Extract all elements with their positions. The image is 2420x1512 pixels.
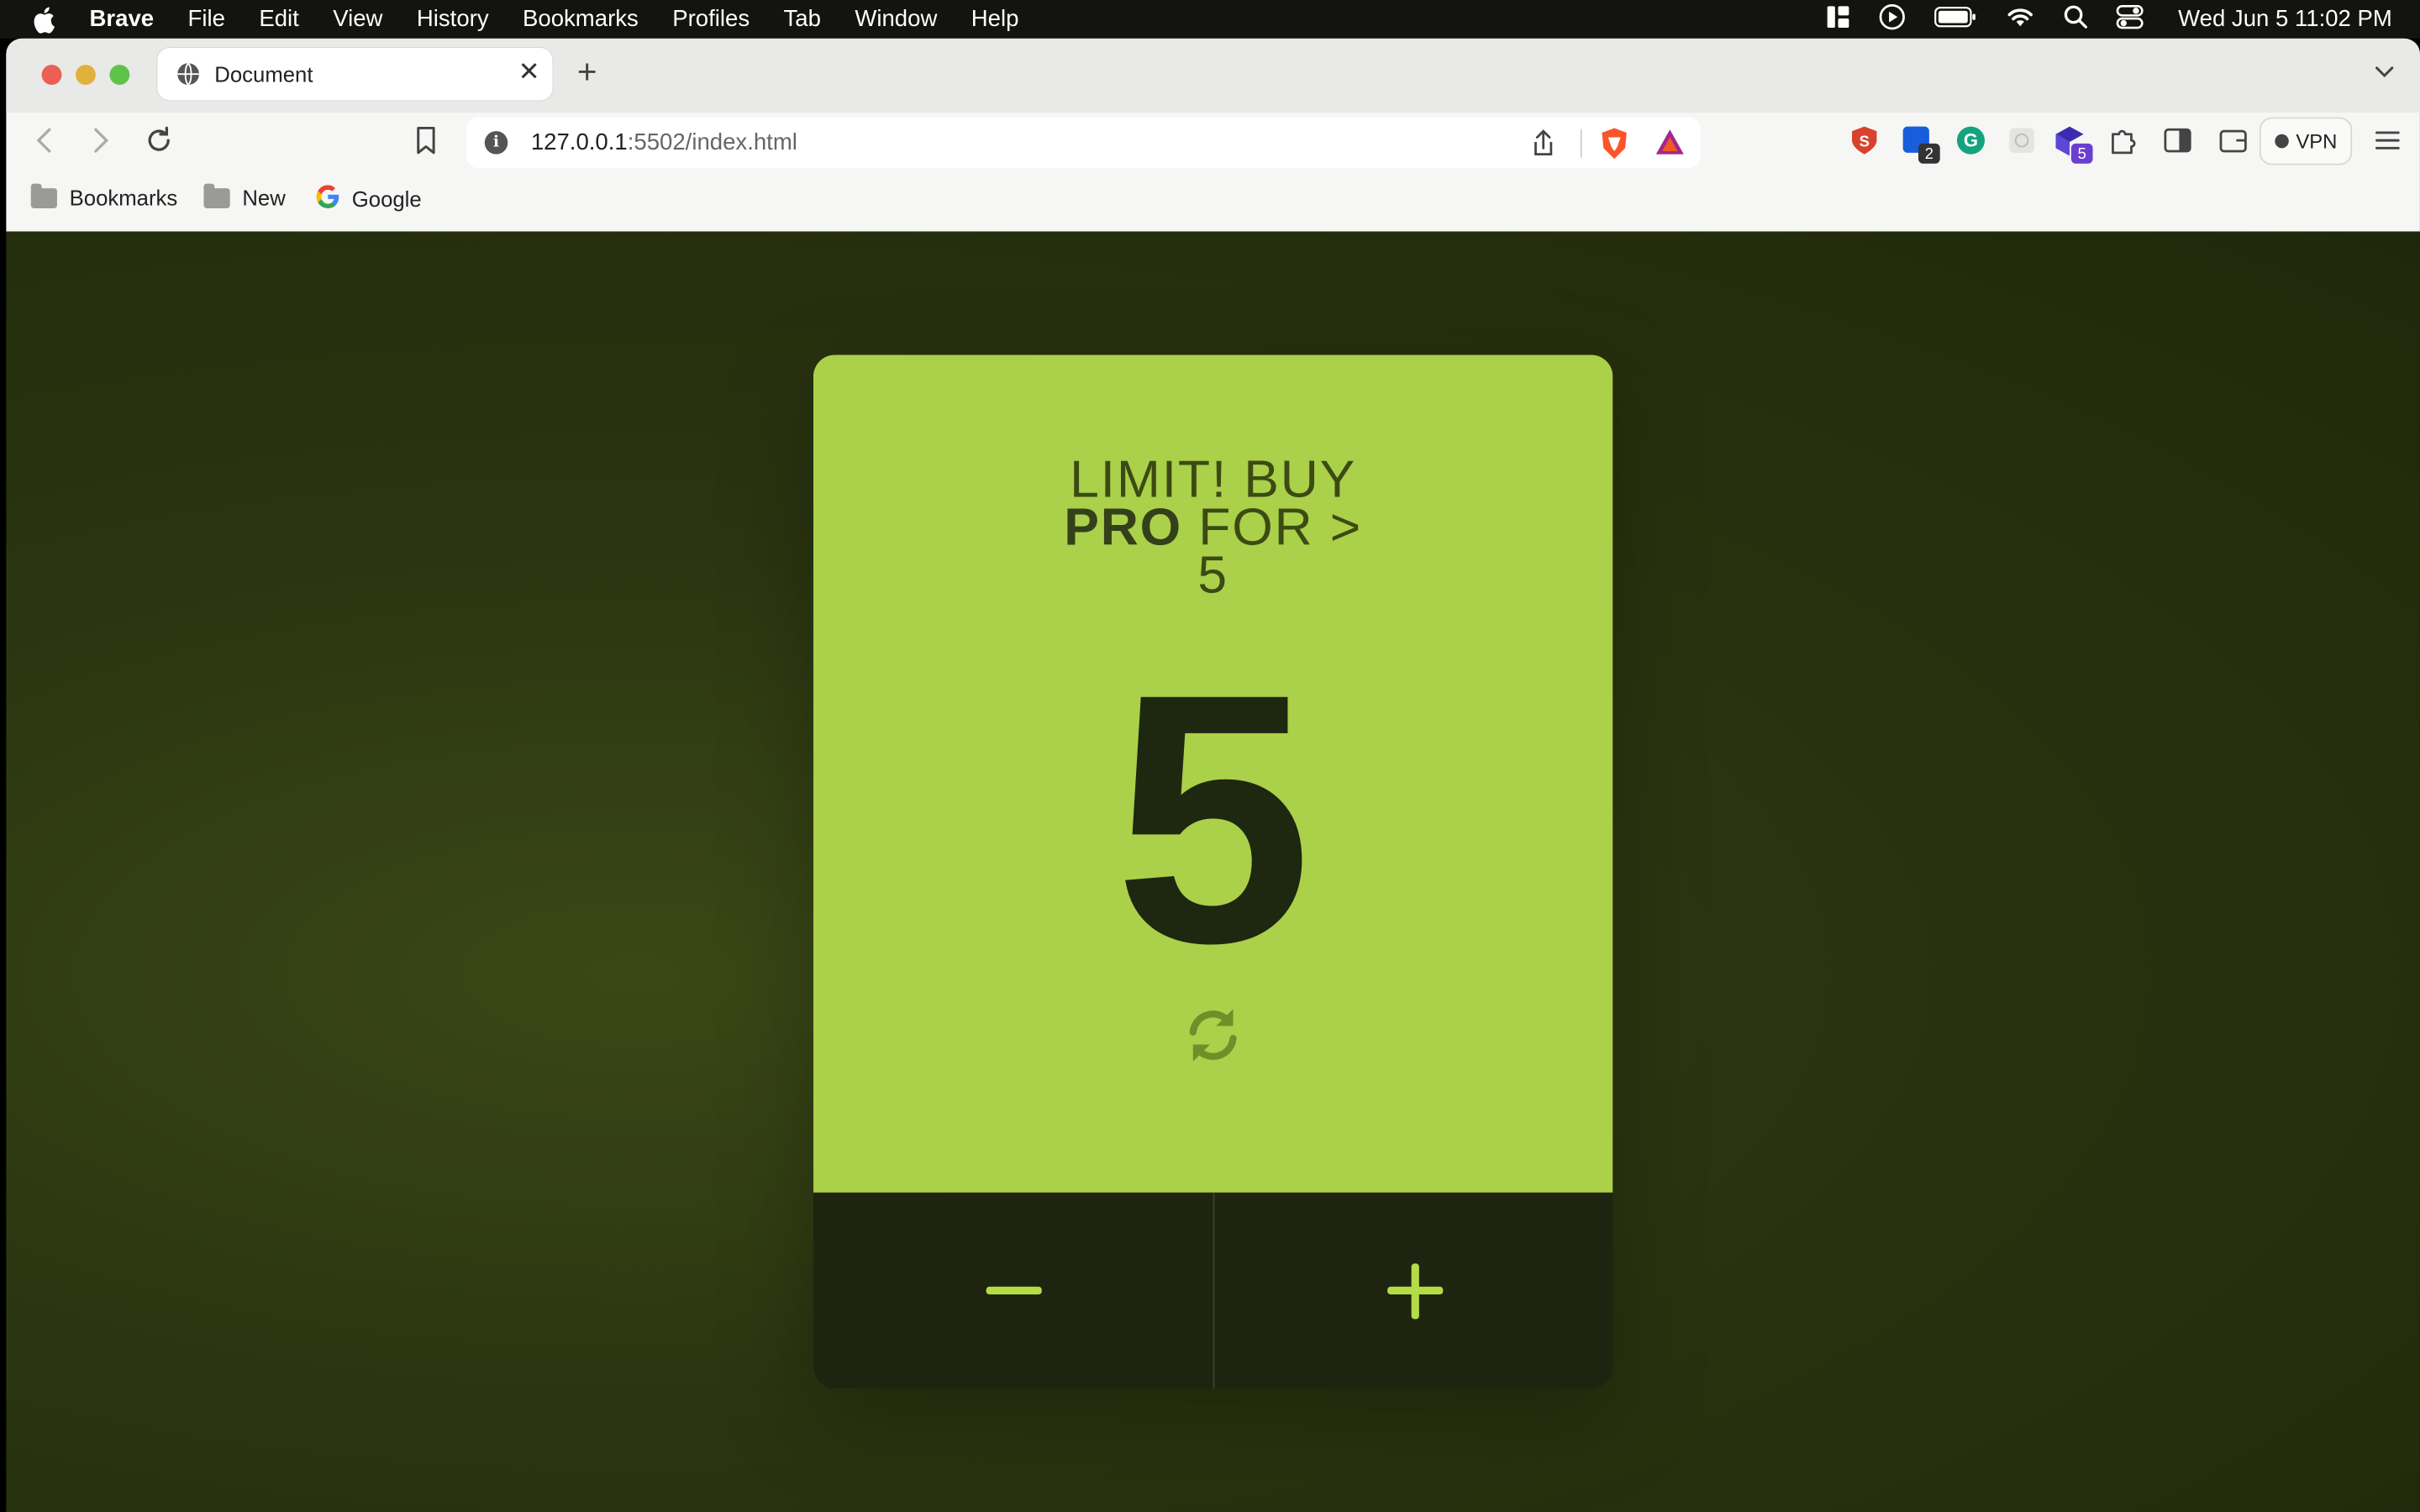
forward-icon[interactable] <box>90 125 112 164</box>
menu-help[interactable]: Help <box>971 6 1019 32</box>
window-zoom-button[interactable] <box>109 65 130 86</box>
counter-card: LIMIT! BUY PRO FOR > 5 5 <box>813 354 1613 1389</box>
counter-display-panel: LIMIT! BUY PRO FOR > 5 5 <box>813 354 1613 1193</box>
bookmark-page-icon[interactable] <box>413 125 438 164</box>
menu-edit[interactable]: Edit <box>259 6 298 32</box>
menu-app-name[interactable]: Brave <box>90 6 155 32</box>
wallet-icon[interactable] <box>2217 125 2249 164</box>
minus-icon <box>985 1285 1041 1294</box>
site-info-icon[interactable]: i <box>484 131 508 155</box>
limit-pro-text: PRO <box>1064 498 1183 558</box>
tab-document[interactable]: Document ✕ <box>157 47 553 101</box>
stage-manager-icon[interactable] <box>1826 4 1850 35</box>
apple-icon[interactable] <box>31 5 62 33</box>
folder-icon <box>203 182 230 208</box>
menu-bookmarks[interactable]: Bookmarks <box>523 6 639 32</box>
menu-window[interactable]: Window <box>855 6 937 32</box>
sidebar-toggle-icon[interactable] <box>2162 125 2193 164</box>
url-divider <box>1580 129 1582 158</box>
folder-icon <box>30 182 57 208</box>
reset-button[interactable] <box>1182 1005 1244 1066</box>
google-icon <box>316 185 340 213</box>
window-close-button[interactable] <box>41 65 62 86</box>
limit-line-3: 5 <box>1197 546 1228 605</box>
tab-title: Document <box>214 61 313 87</box>
share-icon[interactable] <box>1531 128 1555 166</box>
browser-chrome: Document ✕ + i 127.0.0.1:5502/index.html… <box>6 38 2420 232</box>
vpn-status-dot <box>2274 134 2289 149</box>
extension-bitwarden-icon[interactable]: 2 <box>1902 125 1942 173</box>
tab-strip: Document ✕ + <box>6 38 2420 113</box>
bookmark-label: Bookmarks <box>69 185 178 210</box>
ext-badge-2: 2 <box>1925 144 1933 162</box>
reload-icon[interactable] <box>144 125 175 164</box>
url-host: 127.0.0.1 <box>530 129 628 156</box>
counter-value: 5 <box>1114 620 1313 1017</box>
plus-icon <box>1386 1263 1443 1319</box>
menubar-clock[interactable]: Wed Jun 5 11:02 PM <box>2178 6 2392 32</box>
svg-text:S: S <box>1860 132 1870 150</box>
increment-button[interactable] <box>1213 1192 1613 1389</box>
decrement-button[interactable] <box>813 1193 1213 1389</box>
back-icon[interactable] <box>34 125 55 164</box>
extension-red-shield-icon[interactable]: S <box>1849 125 1880 164</box>
counter-controls <box>813 1192 1613 1389</box>
tab-close-icon[interactable]: ✕ <box>518 57 540 88</box>
bookmark-google[interactable]: Google <box>316 185 422 213</box>
spotlight-search-icon[interactable] <box>2064 4 2088 35</box>
battery-icon[interactable] <box>1934 5 1977 33</box>
vpn-button[interactable]: VPN <box>2259 117 2353 165</box>
brave-shields-icon[interactable] <box>1599 127 1630 169</box>
globe-icon <box>176 61 200 94</box>
wifi-icon[interactable] <box>2005 4 2036 35</box>
url-path: :5502/index.html <box>627 129 797 156</box>
vpn-label: VPN <box>2296 129 2338 153</box>
media-play-icon[interactable] <box>1879 3 1907 36</box>
refresh-icon <box>1189 1009 1237 1062</box>
menu-history[interactable]: History <box>417 6 489 32</box>
bookmark-folder-new[interactable]: New <box>203 182 286 210</box>
menu-view[interactable]: View <box>333 6 382 32</box>
new-tab-icon[interactable]: + <box>577 52 597 92</box>
menubar: Brave File Edit View History Bookmarks P… <box>0 0 2420 39</box>
limit-message: LIMIT! BUY PRO FOR > 5 <box>813 454 1612 601</box>
control-center-icon[interactable] <box>2117 4 2144 35</box>
bookmarks-bar: Bookmarks New Google <box>6 175 2420 232</box>
page-viewport: LIMIT! BUY PRO FOR > 5 5 <box>6 231 2420 1512</box>
bookmark-label: New <box>242 185 286 210</box>
extension-purple-cube-icon[interactable]: 5 <box>2054 125 2095 173</box>
svg-text:G: G <box>1964 129 1978 150</box>
main-menu-icon[interactable] <box>2374 125 2402 164</box>
menu-tab[interactable]: Tab <box>784 6 821 32</box>
browser-toolbar: i 127.0.0.1:5502/index.html S 2 G 5 VPN <box>6 113 2420 174</box>
bookmark-folder-bookmarks[interactable]: Bookmarks <box>30 182 178 210</box>
extensions-puzzle-icon[interactable] <box>2108 125 2139 164</box>
menu-file[interactable]: File <box>188 6 225 32</box>
extension-puzzle-light-icon[interactable] <box>2007 125 2038 164</box>
ext-badge-5: 5 <box>2078 144 2086 162</box>
menu-profiles[interactable]: Profiles <box>672 6 750 32</box>
bookmark-label: Google <box>351 186 422 212</box>
url-text[interactable]: 127.0.0.1:5502/index.html <box>531 129 797 155</box>
extension-grammarly-icon[interactable]: G <box>1955 125 1986 164</box>
brave-rewards-icon[interactable] <box>1655 128 1686 163</box>
window-minimize-button[interactable] <box>75 65 96 86</box>
tab-list-chevron-icon[interactable] <box>2374 60 2396 88</box>
address-bar[interactable]: i 127.0.0.1:5502/index.html <box>466 117 1702 169</box>
